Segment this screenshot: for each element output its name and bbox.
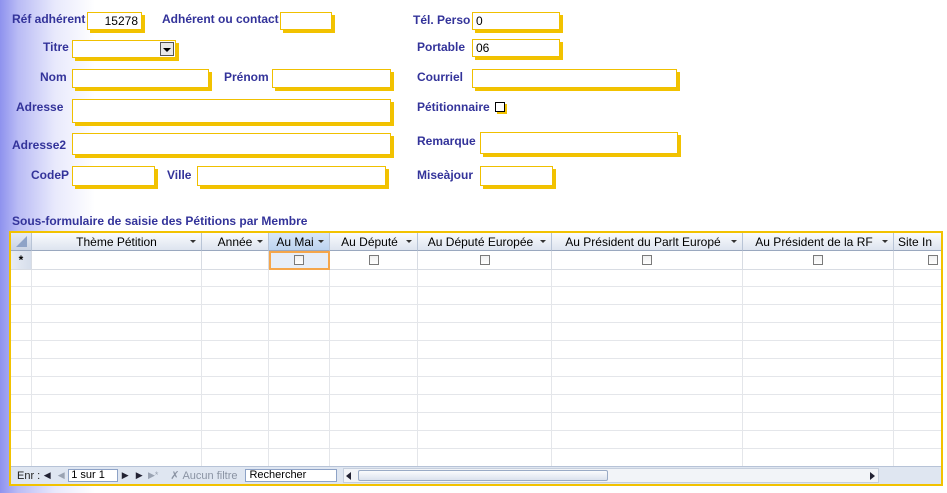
- column-divider: [742, 270, 743, 468]
- ref-adherent-label: Réf adhérent: [12, 12, 86, 26]
- ref-adherent-field[interactable]: 15278: [87, 12, 142, 30]
- column-header-theme[interactable]: Thème Pétition: [32, 233, 202, 251]
- next-record-icon[interactable]: ▶: [118, 469, 132, 483]
- column-header-label: Au Député: [341, 234, 398, 249]
- courriel-label: Courriel: [417, 70, 464, 84]
- au-depute-checkbox[interactable]: [368, 255, 379, 265]
- column-divider: [417, 270, 418, 468]
- column-divider: [551, 270, 552, 468]
- column-header-au-depute-europe[interactable]: Au Député Europée: [418, 233, 552, 251]
- new-record-selector[interactable]: *: [11, 251, 32, 270]
- petitionnaire-checkbox[interactable]: [495, 102, 505, 112]
- site-cell[interactable]: [894, 251, 941, 270]
- miseajour-field[interactable]: [480, 166, 553, 186]
- adresse2-field[interactable]: [72, 133, 391, 155]
- president-parlt-checkbox[interactable]: [642, 255, 652, 265]
- codep-label: CodeP: [31, 168, 70, 182]
- column-header-label: Au Député Europée: [427, 234, 534, 249]
- adherent-contact-field[interactable]: [280, 12, 332, 30]
- remarque-label: Remarque: [417, 134, 476, 148]
- prenom-label: Prénom: [224, 70, 269, 84]
- new-record-row[interactable]: *: [11, 251, 941, 270]
- horizontal-scrollbar[interactable]: [343, 468, 880, 483]
- titre-label: Titre: [43, 40, 69, 54]
- previous-record-icon[interactable]: ◀: [54, 469, 68, 483]
- portable-label: Portable: [417, 40, 466, 54]
- courriel-field[interactable]: [472, 69, 677, 88]
- dropdown-arrow-icon[interactable]: [190, 240, 196, 243]
- subform-title: Sous-formulaire de saisie des Pétitions …: [12, 214, 308, 228]
- au-mai-cell[interactable]: [269, 251, 330, 270]
- president-rf-checkbox[interactable]: [813, 255, 823, 265]
- au-depute-cell[interactable]: [330, 251, 418, 270]
- column-header-au-mai[interactable]: Au Mai: [269, 233, 330, 251]
- dropdown-arrow-icon[interactable]: [406, 240, 412, 243]
- petitionnaire-label: Pétitionnaire: [417, 100, 490, 114]
- theme-cell[interactable]: [32, 251, 202, 270]
- adresse-field[interactable]: [72, 99, 391, 123]
- remarque-field[interactable]: [480, 132, 678, 154]
- filter-indicator[interactable]: ✗ Aucun filtre: [170, 468, 237, 483]
- column-divider: [329, 270, 330, 468]
- chevron-down-icon[interactable]: [160, 42, 174, 56]
- column-header-au-depute[interactable]: Au Député: [330, 233, 418, 251]
- column-header-president-rf[interactable]: Au Président de la RF: [743, 233, 894, 251]
- titre-combo[interactable]: [72, 40, 176, 58]
- column-divider: [31, 270, 32, 468]
- petitions-subform: Thème Pétition Année Au Mai Au Député Au…: [9, 231, 943, 486]
- record-navigation-bar: Enr : ◀​ ◀ 1 sur 1 ▶ ▶​ ▶* ✗ Aucun filtr…: [11, 466, 941, 484]
- au-mai-checkbox[interactable]: [294, 255, 304, 265]
- au-depute-europe-cell[interactable]: [418, 251, 552, 270]
- scrollbar-thumb[interactable]: [358, 470, 609, 481]
- first-record-icon[interactable]: ◀​: [40, 469, 54, 483]
- record-label: Enr :: [17, 469, 41, 482]
- select-all-corner[interactable]: [11, 233, 32, 251]
- column-header-site[interactable]: Site In: [894, 233, 941, 251]
- column-divider: [201, 270, 202, 468]
- last-record-icon[interactable]: ▶​: [132, 469, 146, 483]
- dropdown-arrow-icon[interactable]: [882, 240, 888, 243]
- column-header-annee[interactable]: Année: [202, 233, 269, 251]
- search-field[interactable]: Rechercher: [245, 469, 338, 482]
- au-depute-europe-checkbox[interactable]: [479, 255, 490, 265]
- column-header-president-parlt[interactable]: Au Président du Parlt Europé: [552, 233, 743, 251]
- tel-perso-field[interactable]: 0: [472, 12, 560, 30]
- column-divider: [893, 270, 894, 468]
- dropdown-arrow-icon[interactable]: [318, 240, 324, 243]
- dropdown-arrow-icon[interactable]: [257, 240, 263, 243]
- adresse2-label: Adresse2: [12, 138, 67, 152]
- header-row: Thème Pétition Année Au Mai Au Député Au…: [11, 233, 941, 251]
- filter-label: Aucun filtre: [182, 469, 238, 482]
- president-parlt-cell[interactable]: [552, 251, 743, 270]
- site-checkbox[interactable]: [928, 255, 938, 265]
- column-header-label: Au Mai: [276, 234, 314, 249]
- ville-label: Ville: [167, 168, 192, 182]
- adherent-contact-label: Adhérent ou contact: [162, 12, 279, 26]
- miseajour-label: Miseàjour: [417, 168, 474, 182]
- column-header-label: Au Président de la RF: [755, 234, 873, 249]
- portable-field[interactable]: 06: [472, 39, 560, 57]
- adresse-label: Adresse: [16, 100, 64, 114]
- column-header-label: Site In: [898, 234, 933, 249]
- column-header-label: Au Président du Parlt Europé: [565, 234, 721, 249]
- annee-cell[interactable]: [202, 251, 269, 270]
- codep-field[interactable]: [72, 166, 155, 186]
- new-record-icon[interactable]: ▶*: [146, 469, 160, 483]
- current-record-field[interactable]: 1 sur 1: [68, 469, 119, 482]
- ville-field[interactable]: [197, 166, 386, 186]
- nom-label: Nom: [40, 70, 67, 84]
- dropdown-arrow-icon[interactable]: [540, 240, 546, 243]
- column-divider: [268, 270, 269, 468]
- column-header-label: Thème Pétition: [76, 234, 157, 249]
- scroll-right-icon[interactable]: [870, 472, 876, 480]
- scroll-left-icon[interactable]: [346, 472, 352, 480]
- dropdown-arrow-icon[interactable]: [731, 240, 737, 243]
- column-header-label: Année: [217, 234, 253, 249]
- nom-field[interactable]: [72, 69, 209, 88]
- prenom-field[interactable]: [272, 69, 391, 88]
- filter-icon: ✗: [170, 470, 180, 482]
- petitions-datasheet: Thème Pétition Année Au Mai Au Député Au…: [11, 233, 941, 468]
- tel-perso-label: Tél. Perso: [413, 13, 471, 27]
- president-rf-cell[interactable]: [743, 251, 894, 270]
